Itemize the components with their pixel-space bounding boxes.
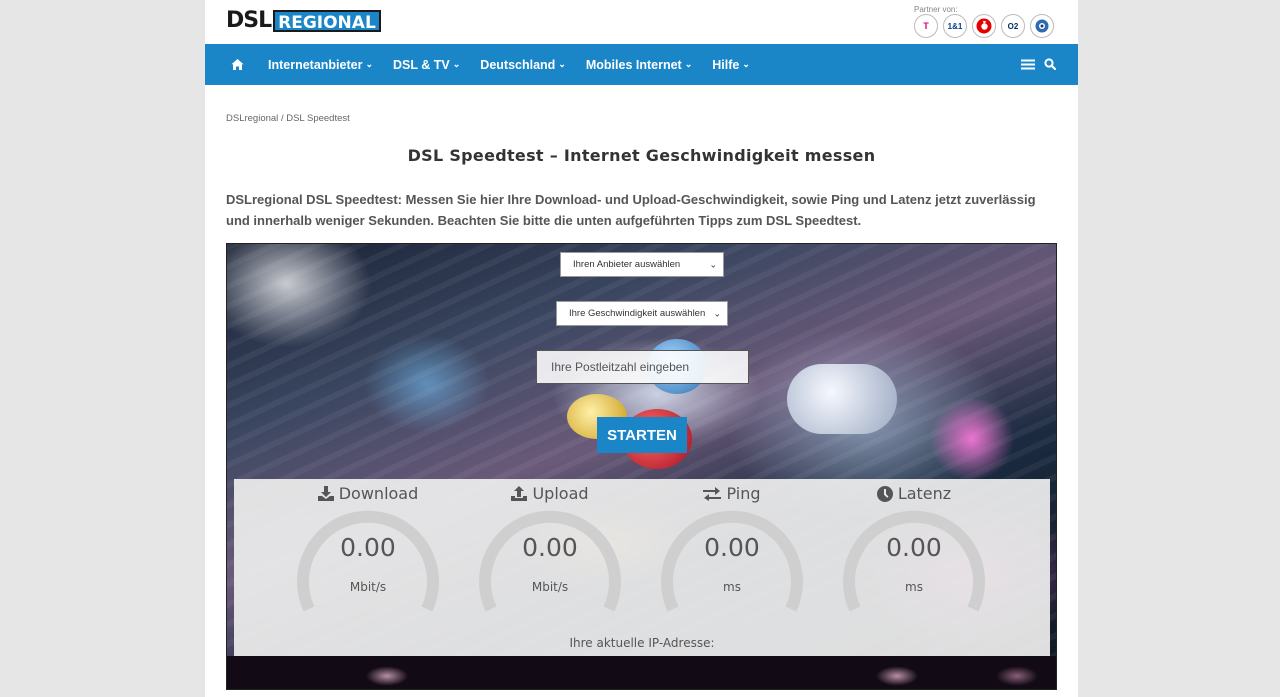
gauge-latency: Latenz 0.00 ms: [823, 479, 1005, 656]
nav-item-mobiles-internet[interactable]: Mobiles Internet ⌄: [586, 58, 692, 72]
nav-item-label: Deutschland: [480, 57, 556, 72]
chevron-down-icon: ⌄: [742, 59, 750, 69]
page-title: DSL Speedtest – Internet Geschwindigkeit…: [407, 146, 876, 165]
home-icon[interactable]: [231, 58, 244, 71]
site-header: DSL REGIONAL Partner von: T 1&1 O2: [205, 0, 1078, 44]
menu-icon[interactable]: [1021, 59, 1035, 70]
gauge-label-text: Upload: [532, 484, 589, 503]
logo-regional-text: REGIONAL: [273, 10, 381, 33]
download-icon: [317, 486, 334, 501]
results-panel: Download 0.00 Mbit/s Upload 0.00 Mbit/s …: [234, 479, 1050, 656]
vodafone-icon: [976, 18, 992, 34]
breadcrumb-home-link[interactable]: DSLregional: [226, 113, 278, 124]
gauge-label: Download: [277, 484, 459, 503]
nav-item-label: Hilfe: [712, 57, 740, 72]
breadcrumb-current: DSL Speedtest: [286, 113, 350, 124]
partner-congstar-logo[interactable]: [1030, 14, 1054, 38]
exchange-icon: [703, 487, 722, 501]
congstar-icon: [1035, 19, 1049, 33]
gauge-value: 0.00: [522, 533, 578, 562]
gauge-label: Upload: [459, 484, 641, 503]
nav-items: Internetanbieter ⌄ DSL & TV ⌄ Deutschlan…: [268, 44, 770, 85]
speedtest-widget: Ihren Anbieter auswählen ⌄ Ihre Geschwin…: [226, 243, 1057, 690]
gauge-value: 0.00: [340, 533, 396, 562]
fiber-tube-pink: [927, 399, 1017, 479]
gauge-unit: Mbit/s: [531, 580, 569, 594]
partner-o2-logo[interactable]: O2: [1001, 14, 1025, 38]
speed-select-value: Ihre Geschwindigkeit auswählen: [569, 308, 706, 319]
chevron-down-icon: ⌄: [365, 59, 374, 69]
page: DSL REGIONAL Partner von: T 1&1 O2 Inter…: [205, 0, 1078, 697]
provider-select-value: Ihren Anbieter auswählen: [573, 259, 681, 270]
chevron-down-icon: ⌄: [713, 308, 721, 318]
postal-code-input[interactable]: Ihre Postleitzahl eingeben: [536, 350, 749, 384]
provider-select[interactable]: Ihren Anbieter auswählen ⌄: [560, 252, 724, 277]
gauge-unit: Mbit/s: [349, 580, 387, 594]
gauge-unit: ms: [905, 580, 923, 594]
clock-icon: [876, 485, 893, 502]
upload-icon: [511, 486, 528, 501]
search-icon[interactable]: [1044, 58, 1056, 70]
logo-dsl-text: DSL: [226, 8, 272, 33]
nav-item-label: DSL & TV: [393, 57, 450, 72]
intro-text: DSLregional DSL Speedtest: Messen Sie hi…: [226, 192, 1036, 228]
gauge-label-text: Download: [338, 484, 419, 503]
chevron-down-icon: ⌄: [558, 59, 566, 69]
nav-item-label: Internetanbieter: [268, 57, 363, 72]
partner-telekom-logo[interactable]: T: [914, 14, 938, 38]
nav-item-dsl-tv[interactable]: DSL & TV ⌄: [393, 58, 460, 72]
site-logo[interactable]: DSL REGIONAL: [226, 8, 381, 33]
speed-select[interactable]: Ihre Geschwindigkeit auswählen ⌄: [556, 301, 728, 326]
partner-logos: T 1&1 O2: [914, 14, 1054, 38]
partner-1und1-logo[interactable]: 1&1: [943, 14, 967, 38]
gauge-value: 0.00: [886, 533, 942, 562]
partner-label: Partner von:: [914, 5, 958, 14]
background-bottom-strip: [227, 656, 1056, 689]
gauge-label: Ping: [641, 484, 823, 503]
breadcrumb: DSLregional / DSL Speedtest: [226, 113, 350, 124]
partner-vodafone-logo[interactable]: [972, 14, 996, 38]
gauge-label: Latenz: [823, 484, 1005, 503]
nav-item-label: Mobiles Internet: [585, 57, 682, 72]
ip-address-label: Ihre aktuelle IP-Adresse:: [569, 636, 715, 650]
fiber-tube-white: [787, 364, 897, 434]
gauge-download: Download 0.00 Mbit/s: [277, 479, 459, 656]
chevron-down-icon: ⌄: [452, 59, 461, 69]
gauge-value: 0.00: [704, 533, 760, 562]
nav-item-deutschland[interactable]: Deutschland ⌄: [480, 58, 566, 72]
nav-item-hilfe[interactable]: Hilfe ⌄: [712, 58, 750, 72]
chevron-down-icon: ⌄: [684, 59, 693, 69]
o2-text: O2: [1007, 21, 1019, 31]
gauge-label-text: Ping: [726, 484, 761, 503]
chevron-down-icon: ⌄: [709, 259, 717, 269]
gauge-upload: Upload 0.00 Mbit/s: [459, 479, 641, 656]
gauge-ping: Ping 0.00 ms: [641, 479, 823, 656]
start-button[interactable]: STARTEN: [597, 417, 687, 453]
gauge-unit: ms: [723, 580, 741, 594]
nav-item-internetanbieter[interactable]: Internetanbieter ⌄: [268, 58, 373, 72]
main-nav: Internetanbieter ⌄ DSL & TV ⌄ Deutschlan…: [205, 44, 1078, 85]
breadcrumb-separator: /: [280, 113, 284, 124]
gauge-label-text: Latenz: [897, 484, 952, 503]
